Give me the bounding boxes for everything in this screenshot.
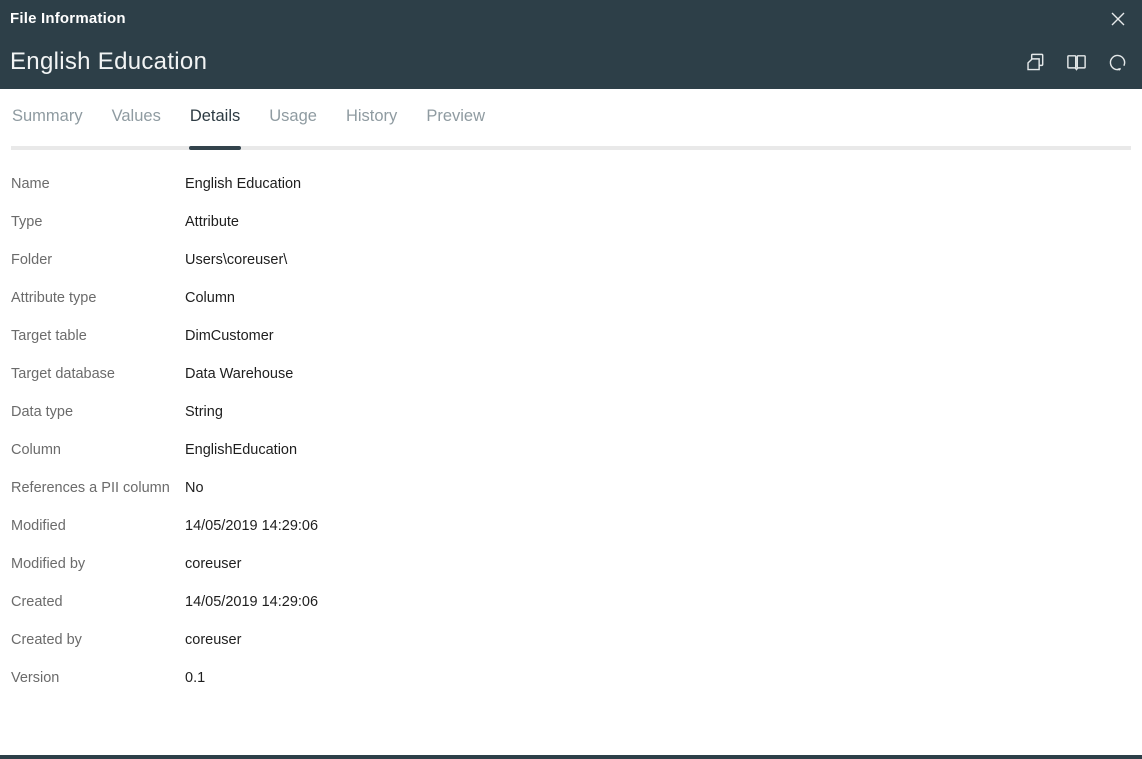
detail-row-name: Name English Education <box>11 165 1131 203</box>
tab-preview[interactable]: Preview <box>425 107 486 150</box>
detail-row-created-by: Created by coreuser <box>11 621 1131 659</box>
detail-label: Attribute type <box>11 290 97 306</box>
tab-history[interactable]: History <box>345 107 398 150</box>
close-button[interactable] <box>1106 7 1130 31</box>
tab-details[interactable]: Details <box>188 107 242 150</box>
detail-row-type: Type Attribute <box>11 203 1131 241</box>
file-information-dialog: File Information English Education Summa… <box>0 0 1142 759</box>
detail-label: Data type <box>11 404 74 420</box>
detail-value: 0.1 <box>185 670 206 686</box>
details-panel: Name English Education Type Attribute Fo… <box>0 150 1142 697</box>
detail-value: English Education <box>185 176 302 192</box>
detail-label: Created by <box>11 632 82 648</box>
detail-label: Version <box>11 670 60 686</box>
detail-value: Column <box>185 290 235 306</box>
detail-value: String <box>185 404 223 420</box>
refresh-icon <box>1109 54 1126 71</box>
copy-button[interactable] <box>1023 50 1048 75</box>
tab-usage[interactable]: Usage <box>268 107 318 150</box>
detail-value: 14/05/2019 14:29:06 <box>185 518 319 534</box>
dialog-title: File Information <box>10 10 126 27</box>
detail-value: Data Warehouse <box>185 366 294 382</box>
dialog-title-bar: File Information <box>0 0 1142 35</box>
tabbar-baseline <box>11 146 1131 150</box>
detail-label: Target table <box>11 328 87 344</box>
open-book-icon <box>1067 54 1086 71</box>
detail-row-version: Version 0.1 <box>11 659 1131 697</box>
detail-value: coreuser <box>185 556 242 572</box>
detail-value: 14/05/2019 14:29:06 <box>185 594 319 610</box>
detail-row-column: Column EnglishEducation <box>11 431 1131 469</box>
detail-row-modified: Modified 14/05/2019 14:29:06 <box>11 507 1131 545</box>
detail-row-attribute-type: Attribute type Column <box>11 279 1131 317</box>
detail-label: Modified <box>11 518 66 534</box>
detail-value: EnglishEducation <box>185 442 298 458</box>
detail-value: DimCustomer <box>185 328 274 344</box>
tab-bar: Summary Values Details Usage History Pre… <box>0 89 1142 150</box>
detail-label: Name <box>11 176 50 192</box>
detail-row-modified-by: Modified by coreuser <box>11 545 1131 583</box>
detail-label: Created <box>11 594 63 610</box>
detail-row-created: Created 14/05/2019 14:29:06 <box>11 583 1131 621</box>
detail-value: coreuser <box>185 632 242 648</box>
detail-row-target-table: Target table DimCustomer <box>11 317 1131 355</box>
detail-label: Target database <box>11 366 115 382</box>
detail-row-target-database: Target database Data Warehouse <box>11 355 1131 393</box>
detail-row-data-type: Data type String <box>11 393 1131 431</box>
detail-label: Column <box>11 442 61 458</box>
tab-summary[interactable]: Summary <box>11 107 84 150</box>
detail-value: Attribute <box>185 214 239 230</box>
detail-label: Folder <box>11 252 53 268</box>
detail-label: Type <box>11 214 43 230</box>
data-dictionary-button[interactable] <box>1064 50 1089 75</box>
tab-values[interactable]: Values <box>111 107 162 150</box>
detail-row-pii: References a PII column No <box>11 469 1131 507</box>
detail-value: No <box>185 480 204 496</box>
dialog-bottom-edge <box>0 755 1142 759</box>
detail-value: Users\coreuser\ <box>185 252 288 268</box>
header-actions <box>1023 50 1132 75</box>
close-icon <box>1111 12 1125 26</box>
object-name-title: English Education <box>10 48 208 75</box>
detail-label: References a PII column <box>11 480 170 496</box>
copy-icon <box>1027 53 1044 70</box>
detail-row-folder: Folder Users\coreuser\ <box>11 241 1131 279</box>
object-header-row: English Education <box>0 35 1142 89</box>
refresh-button[interactable] <box>1105 50 1130 75</box>
dialog-header: File Information English Education <box>0 0 1142 89</box>
detail-label: Modified by <box>11 556 86 572</box>
